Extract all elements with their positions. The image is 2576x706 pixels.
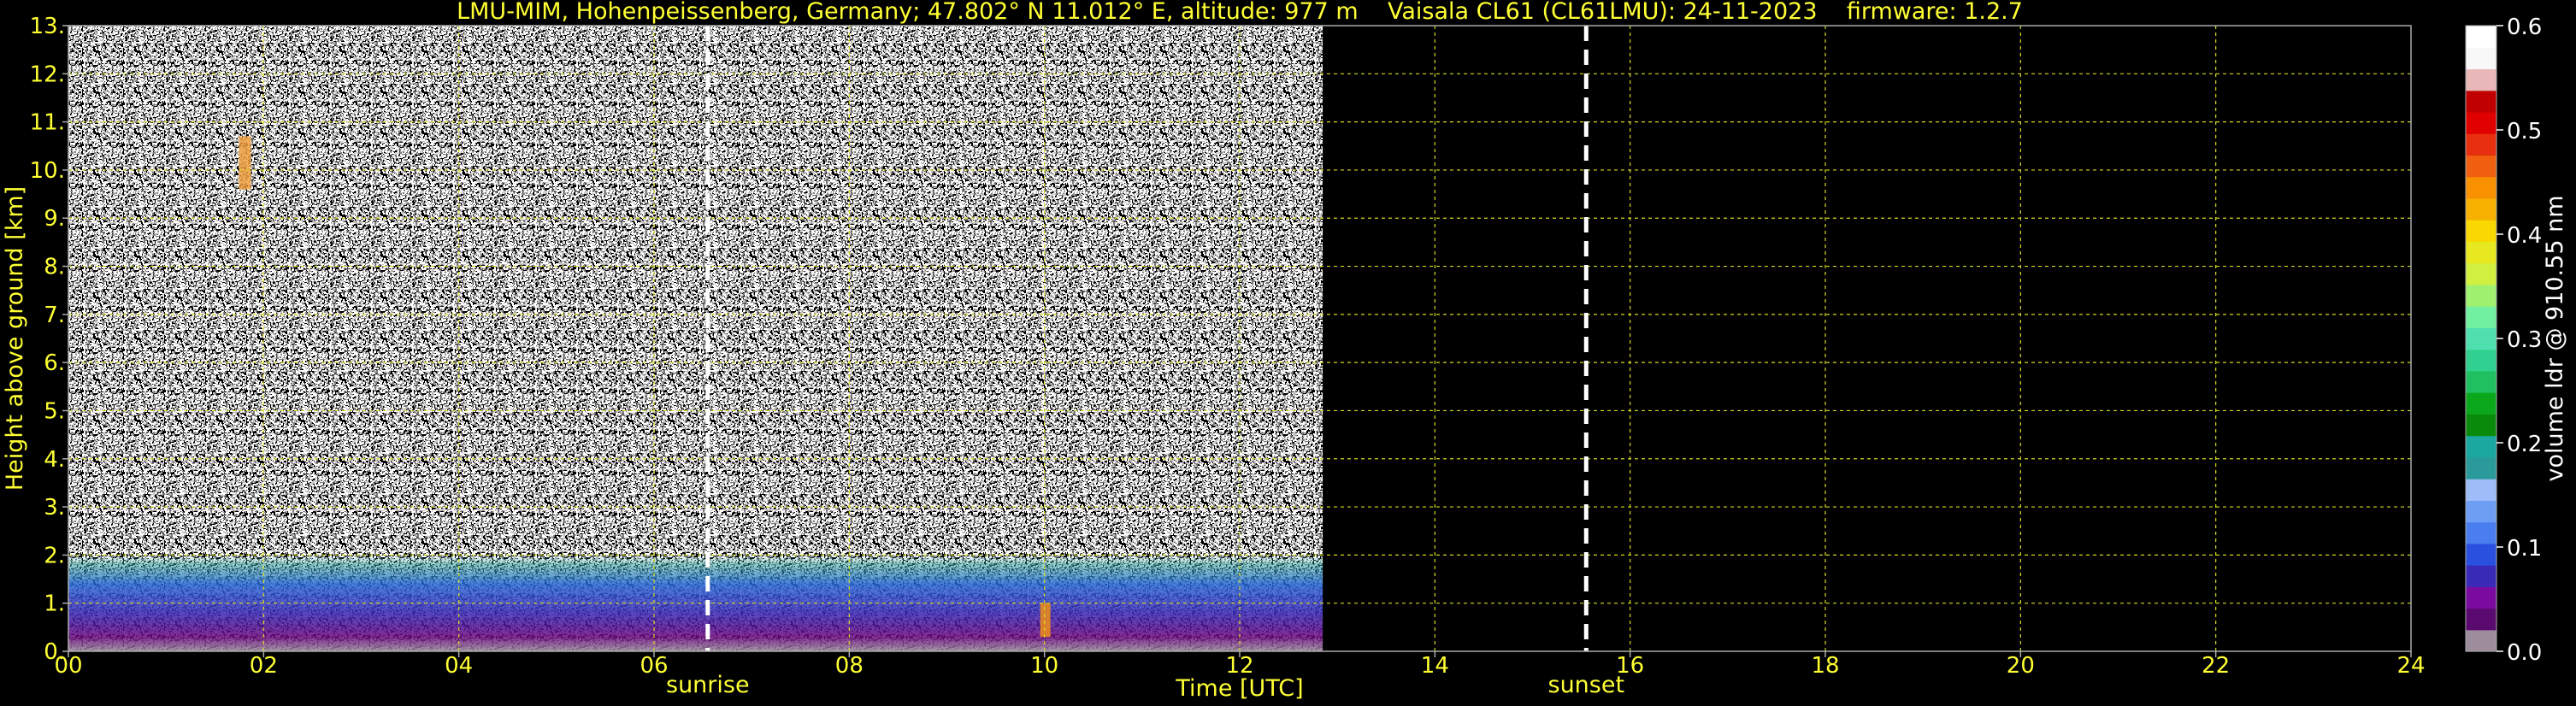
x-tick-label: 22 (2202, 653, 2230, 679)
x-tick-label: 24 (2396, 653, 2425, 679)
colorbar-segment (2466, 543, 2496, 566)
colorbar-segment (2466, 133, 2496, 156)
colorbar-segment (2466, 479, 2496, 501)
x-tick-label: 20 (2007, 653, 2035, 679)
y-tick-label: 3. (44, 495, 65, 521)
colorbar-tick-label: 0.2 (2507, 432, 2542, 457)
colorbar-segment (2466, 306, 2496, 328)
colorbar-segment (2466, 586, 2496, 609)
colorbar: 0.0 0.1 0.2 0.3 0.4 0.5 0.6 (2465, 15, 2542, 666)
colorbar-segment (2466, 456, 2496, 479)
colorbar-segment (2466, 111, 2496, 134)
colorbar-tick-label: 0.6 (2507, 15, 2542, 40)
colorbar-segment (2466, 435, 2496, 458)
y-tick-label: 11. (30, 110, 65, 136)
colorbar-tick-label: 0.5 (2507, 119, 2542, 144)
colorbar-tick-label: 0.4 (2507, 223, 2542, 249)
colorbar-segment (2466, 608, 2496, 631)
event-label-sunset: sunset (1548, 672, 1625, 698)
y-tick-label: 2. (44, 543, 65, 568)
colorbar-label: volume ldr @ 910.55 nm (2542, 196, 2568, 482)
y-axis-label: Height above ground [km] (2, 186, 28, 491)
y-tick-label: 12. (30, 62, 65, 87)
colorbar-segment (2466, 629, 2496, 652)
x-tick-label: 08 (835, 653, 864, 679)
colorbar-segment (2466, 284, 2496, 307)
y-tick-label: 10. (30, 158, 65, 184)
colorbar-segment (2466, 176, 2496, 199)
aerosol-band (68, 555, 1323, 651)
y-tick-label: 13. (30, 14, 65, 39)
y-tick-label: 6. (44, 350, 65, 376)
colorbar-segment (2466, 197, 2496, 221)
colorbar-tick-label: 0.1 (2507, 536, 2542, 562)
y-tick-label: 0. (44, 639, 65, 665)
x-tick-label: 16 (1616, 653, 1644, 679)
x-tick-label: 04 (445, 653, 473, 679)
colorbar-segment (2466, 500, 2496, 523)
y-tick-label: 4. (44, 447, 65, 473)
x-axis-label: Time [UTC] (1175, 675, 1303, 702)
colorbar-segment (2466, 262, 2496, 285)
event-label-sunrise: sunrise (666, 672, 750, 698)
x-tick-label: 14 (1421, 653, 1449, 679)
x-tick-label: 10 (1030, 653, 1058, 679)
colorbar-tick-label: 0.3 (2507, 327, 2542, 353)
colorbar-segment (2466, 26, 2496, 48)
colorbar-segment (2466, 68, 2496, 91)
colorbar-segment (2466, 90, 2496, 113)
x-tick-label: 18 (1811, 653, 1839, 679)
y-tick-label: 5. (44, 398, 65, 424)
colorbar-segment (2466, 349, 2496, 372)
colorbar-segment (2466, 370, 2496, 393)
y-tick-label: 8. (44, 255, 65, 280)
y-tick-label: 9. (44, 206, 65, 232)
cirrus-mark (239, 136, 251, 190)
colorbar-segment (2466, 392, 2496, 415)
x-tick-label: 06 (640, 653, 668, 679)
aerosol-layer (68, 555, 1323, 651)
colorbar-tick-label: 0.0 (2507, 640, 2542, 666)
lidar-chart: sunrise sunset 00 02 04 06 08 10 12 14 16 18 20 22 24… (2, 0, 2568, 702)
colorbar-segment (2466, 565, 2496, 587)
colorbar-segment (2466, 220, 2496, 243)
y-tick-labels: 0. 1. 2. 3. 4. 5. 6. 7. 8. 9. 10. 11. 12. 13. (30, 14, 68, 665)
chart-title: LMU-MIM, Hohenpeissenberg, Germany; 47.8… (457, 0, 2023, 25)
colorbar-segment (2466, 241, 2496, 264)
colorbar-segment (2466, 327, 2496, 350)
colorbar-segment (2466, 155, 2496, 178)
y-tick-label: 1. (44, 591, 65, 617)
y-tick-label: 7. (44, 303, 65, 328)
x-tick-label: 02 (250, 653, 278, 679)
colorbar-segment (2466, 47, 2496, 70)
colorbar-segment (2466, 521, 2496, 544)
layer-mark (1040, 603, 1051, 638)
colorbar-segment (2466, 414, 2496, 437)
